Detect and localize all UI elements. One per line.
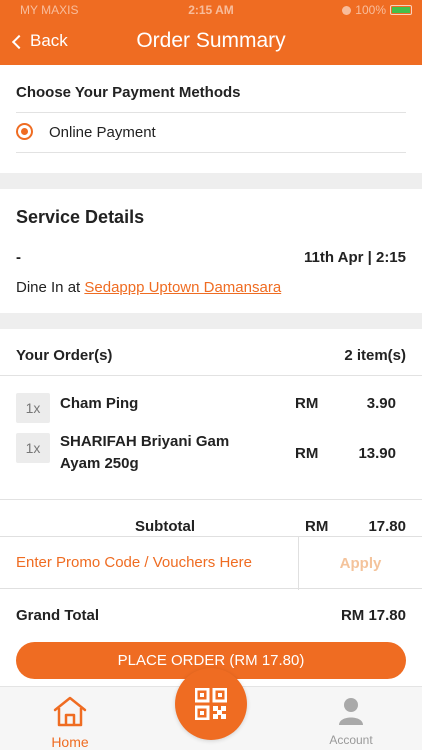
qr-scan-button[interactable] [175,668,247,740]
nav-home[interactable]: Home [40,695,100,750]
service-heading: Service Details [16,207,145,227]
orders-heading: Your Order(s) [16,347,113,364]
item-name: SHARIFAH Briyani Gam Ayam 250g [60,433,230,472]
nav-home-label: Home [51,734,89,750]
item-price: 3.90 [366,395,396,412]
nav-account[interactable]: Account [320,697,382,747]
item-currency: RM [295,395,319,412]
item-qty: 1x [16,393,50,423]
home-icon [53,696,87,727]
radio-selected-icon[interactable] [16,123,33,140]
orders-count: 2 item(s) [344,347,406,364]
item-qty: 1x [16,433,50,463]
dine-in-info: Dine In at Sedappp Uptown Damansara [16,279,281,296]
payment-method-online[interactable]: Online Payment [49,124,156,141]
divider [0,375,422,376]
subtotal-currency: RM [305,518,329,535]
subtotal-label: Subtotal [135,518,195,535]
divider [16,112,406,113]
item-price: 13.90 [358,445,396,462]
apply-button[interactable]: Apply [299,537,422,590]
divider [16,152,406,153]
promo-code-input[interactable]: Enter Promo Code / Vouchers Here [16,554,252,571]
grand-total-label: Grand Total [16,607,100,624]
item-name: Cham Ping [60,395,139,412]
nav-account-label: Account [329,733,373,747]
page-title: Order Summary [136,29,286,52]
account-icon [339,698,363,725]
service-datetime: 11th Apr | 2:15 [303,249,406,266]
status-bar: MY MAXIS 2:15 AM 100% [0,0,422,20]
payment-heading: Choose Your Payment Methods [16,84,241,101]
app-header: MY MAXIS 2:15 AM 100% Back Order Summary [0,0,422,65]
section-gap [0,313,422,329]
service-table: - [16,249,21,266]
item-currency: RM [295,445,319,462]
qr-code-icon [195,688,227,720]
promo-bar: Enter Promo Code / Vouchers Here Apply [0,536,422,590]
battery-indicator: 100% [342,3,412,17]
dine-in-prefix: Dine In at [16,279,85,296]
grand-total-value: RM 17.80 [340,607,406,624]
subtotal-value: 17.80 [368,518,406,535]
battery-icon [390,5,412,15]
moon-icon [342,5,352,15]
section-gap [0,173,422,189]
divider [0,499,422,500]
battery-percent: 100% [355,3,386,17]
location-link[interactable]: Sedappp Uptown Damansara [84,279,281,296]
